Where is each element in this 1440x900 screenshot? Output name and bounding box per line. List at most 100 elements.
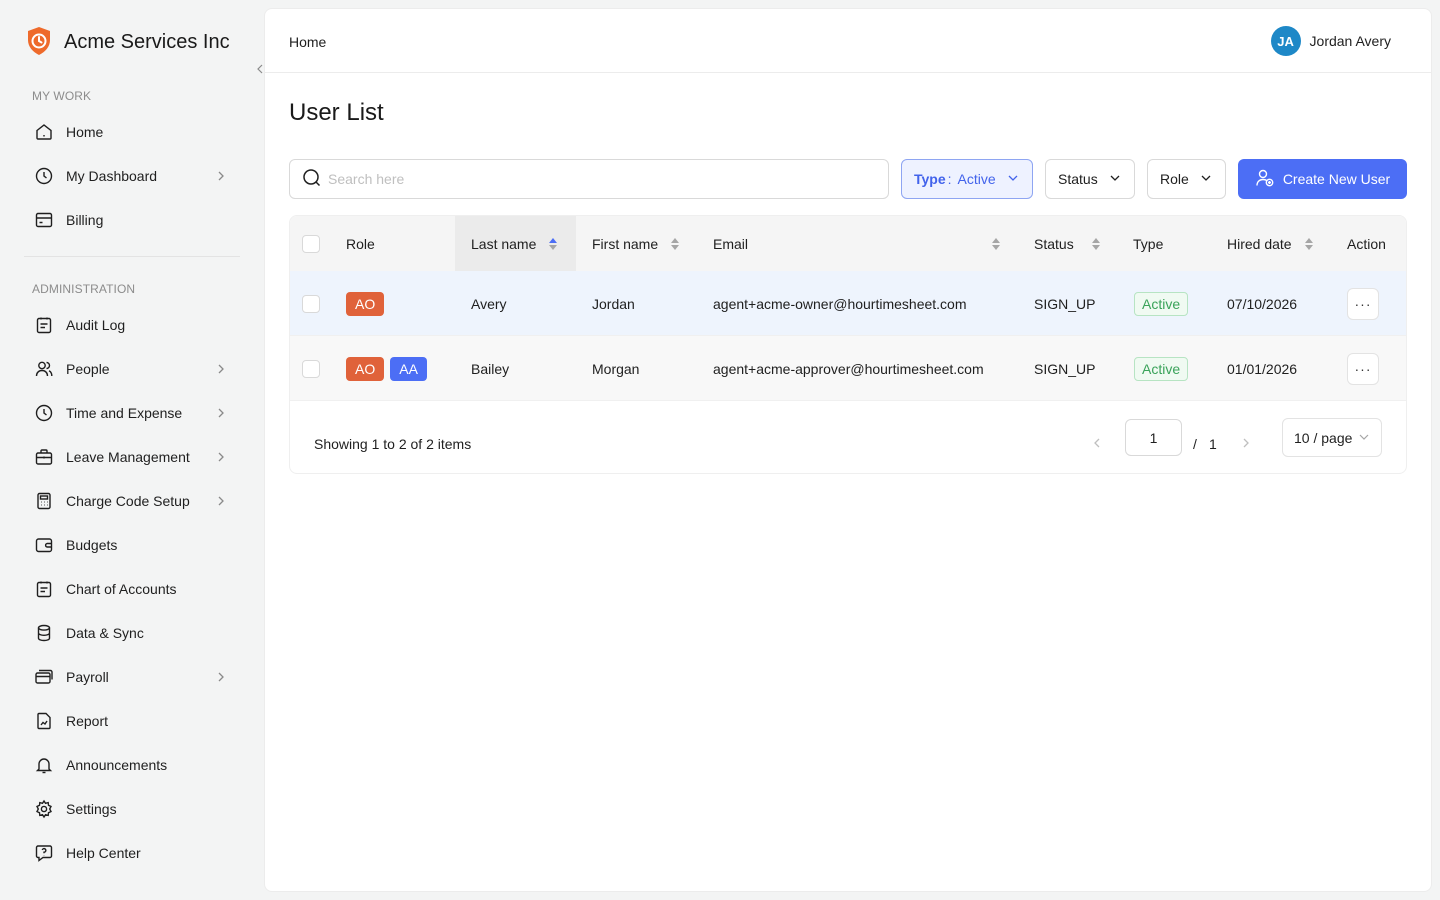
status-filter[interactable]: Status (1045, 159, 1135, 199)
pagination-summary: Showing 1 to 2 of 2 items (314, 436, 472, 452)
sidebar-item-help-center[interactable]: Help Center (24, 833, 240, 873)
type-filter[interactable]: Type : Active (901, 159, 1033, 199)
breadcrumb[interactable]: Home (289, 34, 326, 50)
sidebar: Acme Services Inc MY WORK Home My Dashbo… (0, 0, 271, 900)
chevron-right-icon (214, 169, 228, 183)
prev-page-button[interactable] (1087, 431, 1107, 455)
sidebar-item-leave-management[interactable]: Leave Management (24, 437, 240, 477)
sidebar-item-label: Leave Management (66, 449, 190, 465)
sidebar-item-time-and-expense[interactable]: Time and Expense (24, 393, 240, 433)
sidebar-item-payroll[interactable]: Payroll (24, 657, 240, 697)
sidebar-item-audit-log[interactable]: Audit Log (24, 305, 240, 345)
wallet-icon (34, 535, 54, 555)
chevron-left-icon (1094, 438, 1100, 448)
sidebar-item-label: Data & Sync (66, 625, 144, 641)
clipboard-icon (34, 579, 54, 599)
cards-icon (34, 667, 54, 687)
more-actions-button[interactable]: ··· (1347, 287, 1379, 320)
clock-icon (34, 166, 54, 186)
avatar: JA (1270, 26, 1301, 56)
chevron-right-icon (214, 670, 228, 684)
shield-clock-icon (26, 26, 52, 59)
page-title: User List (289, 99, 384, 126)
sidebar-item-people[interactable]: People (24, 349, 240, 389)
sidebar-item-data-sync[interactable]: Data & Sync (24, 613, 240, 653)
page-size-select[interactable]: 10 / page (1282, 418, 1382, 457)
more-actions-button[interactable]: ··· (1347, 352, 1379, 385)
total-pages: 1 (1209, 436, 1217, 452)
type-filter-separator: : (947, 171, 952, 187)
sidebar-item-announcements[interactable]: Announcements (24, 745, 240, 785)
chevron-down-icon (1358, 430, 1370, 446)
help-icon (34, 843, 54, 863)
search-input[interactable] (328, 171, 868, 187)
page-number-input[interactable] (1125, 419, 1182, 456)
chevron-down-icon (1006, 171, 1020, 188)
status-filter-label: Status (1058, 171, 1098, 187)
sidebar-divider (24, 256, 240, 257)
sidebar-item-report[interactable]: Report (24, 701, 240, 741)
topbar: Home JA Jordan Avery (265, 9, 1431, 73)
sort-icon (1305, 238, 1313, 250)
sidebar-item-label: Chart of Accounts (66, 581, 177, 597)
select-all-cell (302, 216, 332, 271)
sidebar-item-label: Settings (66, 801, 117, 817)
briefcase-icon (34, 447, 54, 467)
sidebar-item-label: People (66, 361, 110, 377)
create-new-user-button[interactable]: Create New User (1238, 159, 1407, 199)
user-menu[interactable]: JA Jordan Avery (1270, 26, 1391, 56)
sidebar-item-label: My Dashboard (66, 168, 158, 184)
sidebar-item-chart-of-accounts[interactable]: Chart of Accounts (24, 569, 240, 609)
sidebar-item-budgets[interactable]: Budgets (24, 525, 240, 565)
select-all-checkbox[interactable] (302, 234, 320, 253)
sidebar-item-settings[interactable]: Settings (24, 789, 240, 829)
role-badge: AA (390, 356, 427, 381)
type-cell: Active (1134, 336, 1189, 401)
user-name: Jordan Avery (1309, 33, 1391, 49)
col-status[interactable]: Status (1018, 216, 1118, 271)
page-separator: / (1193, 436, 1197, 452)
email-cell: agent+acme-approver@hourtimesheet.com (713, 360, 984, 377)
col-hired-date[interactable]: Hired date (1211, 216, 1331, 271)
type-cell: Active (1134, 271, 1189, 336)
clock-icon (34, 403, 54, 423)
role-cell: AO (346, 271, 390, 336)
chevron-right-icon (214, 362, 228, 376)
sidebar-item-charge-code-setup[interactable]: Charge Code Setup (24, 481, 240, 521)
last-name-cell: Avery (471, 295, 507, 312)
role-filter[interactable]: Role (1147, 159, 1226, 199)
role-filter-label: Role (1160, 171, 1189, 187)
row-checkbox[interactable] (302, 359, 320, 378)
role-badge: AO (346, 356, 385, 381)
col-action: Action (1347, 235, 1386, 252)
next-page-button[interactable] (1236, 431, 1256, 455)
sidebar-item-label: Report (66, 713, 109, 729)
main-panel: Home JA Jordan Avery User List Type : Ac… (264, 8, 1432, 892)
create-new-user-label: Create New User (1282, 171, 1391, 187)
table-row[interactable]: AO Avery Jordan agent+acme-owner@hourtim… (290, 271, 1406, 336)
type-badge: Active (1134, 356, 1189, 381)
col-role: Role (346, 235, 375, 252)
row-checkbox[interactable] (302, 294, 320, 313)
hired-date-cell: 01/01/2026 (1227, 360, 1298, 377)
sidebar-item-label: Charge Code Setup (66, 493, 190, 509)
section-title-my-work: MY WORK (32, 89, 92, 103)
role-badge: AO (346, 291, 385, 316)
col-first-name[interactable]: First name (576, 216, 696, 271)
sidebar-item-billing[interactable]: Billing (24, 200, 240, 240)
table-row[interactable]: AO AA Bailey Morgan agent+acme-approver@… (290, 336, 1406, 401)
sidebar-item-home[interactable]: Home (24, 112, 240, 152)
sidebar-item-label: Audit Log (66, 317, 126, 333)
section-title-administration: ADMINISTRATION (32, 282, 136, 296)
col-last-name[interactable]: Last name (455, 216, 576, 271)
chevron-down-icon (1108, 171, 1122, 188)
type-filter-key: Type (914, 171, 946, 187)
sort-icon (992, 238, 1000, 250)
chevron-right-icon (214, 406, 228, 420)
brand[interactable]: Acme Services Inc (26, 26, 230, 59)
billing-icon (34, 210, 54, 230)
col-type: Type (1133, 235, 1164, 252)
col-email[interactable]: Email (696, 216, 1018, 271)
sidebar-item-my-dashboard[interactable]: My Dashboard (24, 156, 240, 196)
search-box[interactable] (289, 159, 889, 199)
